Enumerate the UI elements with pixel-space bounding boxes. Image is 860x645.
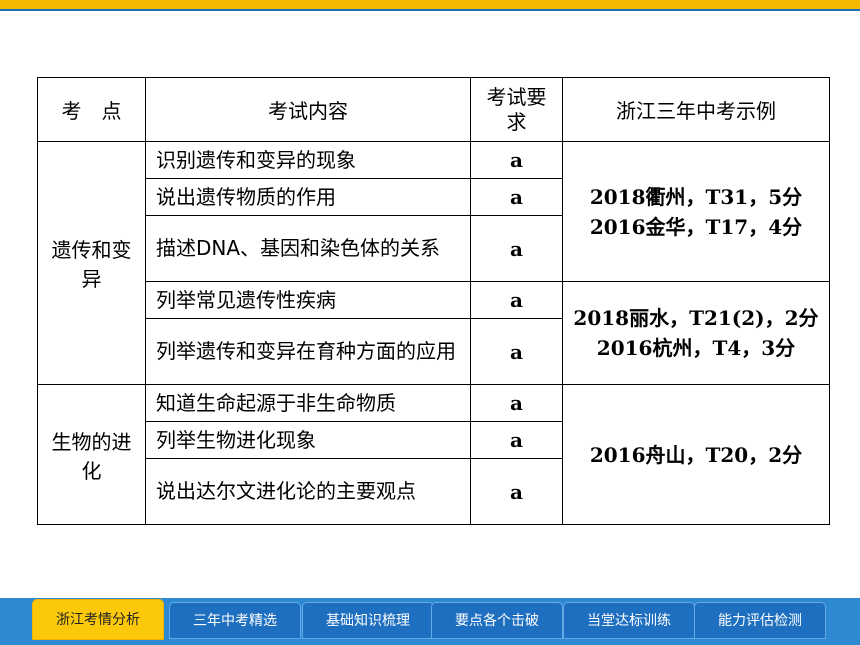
example-cell: 2016舟山，T20，2分 [562, 384, 830, 525]
header-example: 浙江三年中考示例 [562, 77, 830, 142]
table-header-row: 考 点 考试内容 考试要求 浙江三年中考示例 [37, 77, 830, 142]
content-cell: 列举生物进化现象 [145, 421, 471, 459]
topic-cell: 生物的进化 [37, 384, 146, 525]
tab-class-training[interactable]: 当堂达标训练 [563, 602, 695, 639]
requirement-cell: a [470, 141, 563, 179]
requirement-cell: a [470, 384, 563, 422]
content-cell: 说出达尔文进化论的主要观点 [145, 458, 471, 525]
topic-cell: 遗传和变异 [37, 141, 146, 385]
tab-basic-knowledge[interactable]: 基础知识梳理 [302, 602, 434, 639]
requirement-cell: a [470, 281, 563, 319]
content-cell: 知道生命起源于非生命物质 [145, 384, 471, 422]
content-cell: 说出遗传物质的作用 [145, 178, 471, 216]
requirement-cell: a [470, 215, 563, 282]
content-cell: 列举遗传和变异在育种方面的应用 [145, 318, 471, 385]
table-row: 遗传和变异 识别遗传和变异的现象 a 2018衢州，T31，5分 2016金华，… [37, 141, 830, 385]
example-line: 2016舟山，T20，2分 [589, 442, 803, 467]
example-cell: 2018丽水，T21(2)，2分 2016杭州，T4，3分 [562, 281, 830, 385]
requirement-cell: a [470, 458, 563, 525]
top-accent-bar [0, 0, 860, 9]
top-accent-line [0, 9, 860, 11]
content-cell: 识别遗传和变异的现象 [145, 141, 471, 179]
header-kaodian: 考 点 [37, 77, 146, 142]
example-line: 2018丽水，T21(2)，2分 [573, 306, 819, 330]
content-cell: 描述DNA、基因和染色体的关系 [145, 215, 471, 282]
exam-points-table: 考 点 考试内容 考试要求 浙江三年中考示例 遗传和变异 识别遗传和变异的现象 … [37, 77, 830, 525]
table-row: 生物的进化 知道生命起源于非生命物质 a 2016舟山，T20，2分 [37, 384, 830, 525]
example-line: 2016金华，T17，4分 [589, 214, 803, 239]
requirement-cell: a [470, 178, 563, 216]
example-line: 2016杭州，T4，3分 [596, 336, 796, 360]
example-line: 2018衢州，T31，5分 [589, 184, 803, 209]
header-content: 考试内容 [145, 77, 471, 142]
requirement-cell: a [470, 421, 563, 459]
tab-zhejiang-analysis[interactable]: 浙江考情分析 [32, 599, 164, 640]
tab-ability-assessment[interactable]: 能力评估检测 [694, 602, 826, 639]
example-cell: 2018衢州，T31，5分 2016金华，T17，4分 [562, 141, 830, 282]
table-row: 列举常见遗传性疾病 a 2018丽水，T21(2)，2分 2016杭州，T4，3… [38, 281, 830, 385]
header-requirement: 考试要求 [470, 77, 563, 142]
tab-three-year-selection[interactable]: 三年中考精选 [169, 602, 301, 639]
content-cell: 列举常见遗传性疾病 [145, 281, 471, 319]
requirement-cell: a [470, 318, 563, 385]
tab-key-points[interactable]: 要点各个击破 [431, 602, 563, 639]
